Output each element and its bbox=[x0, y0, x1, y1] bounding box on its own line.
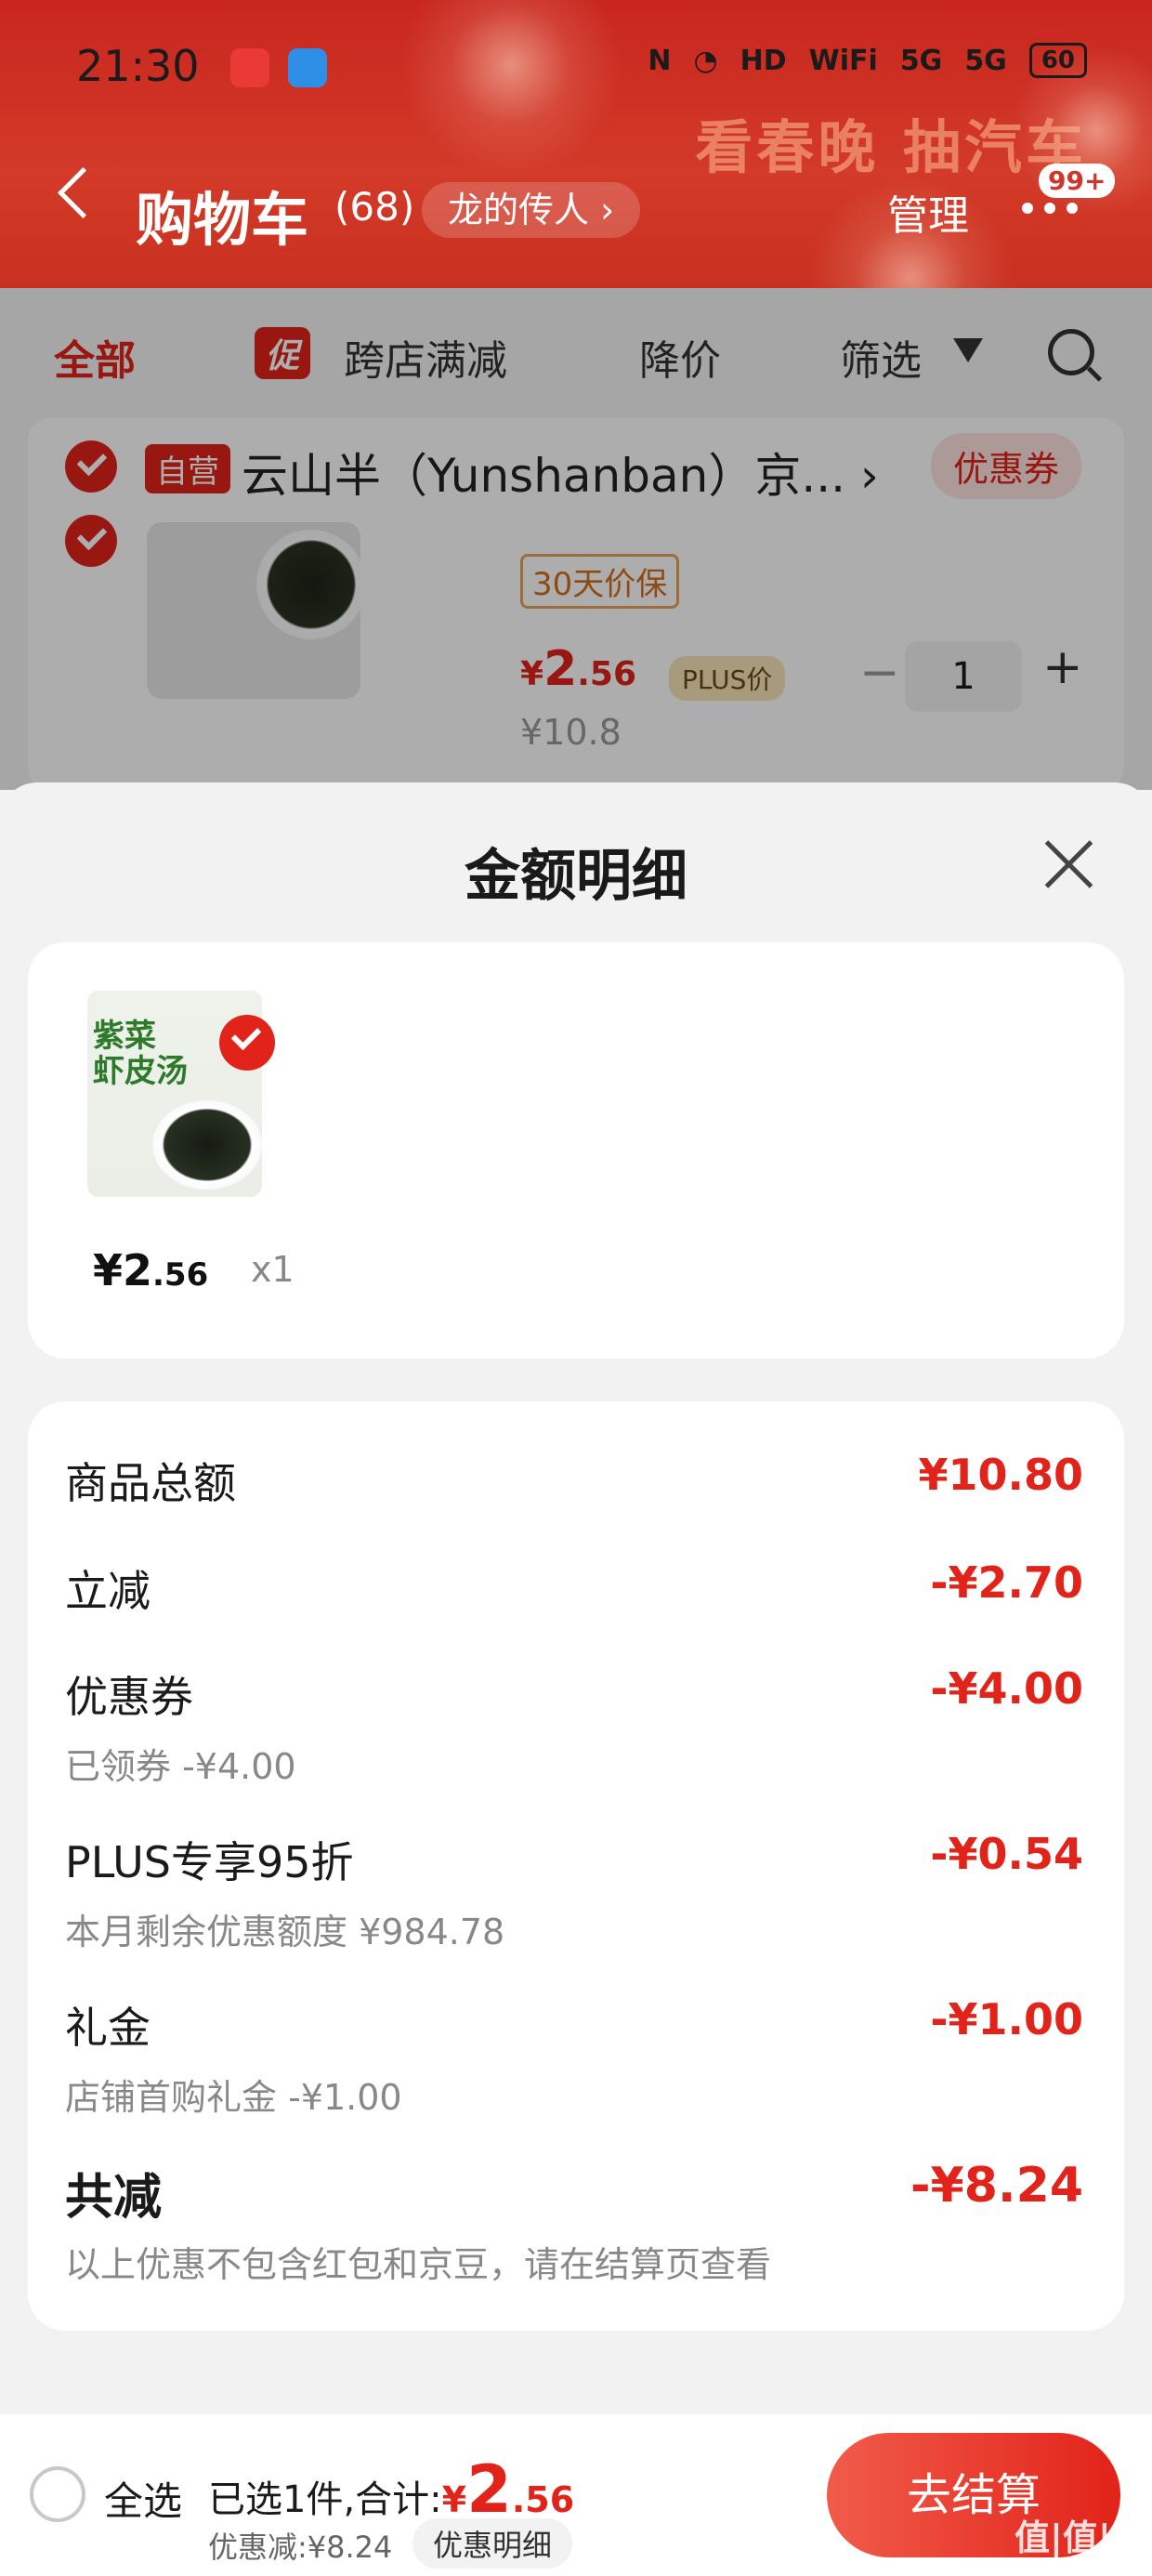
cart-count: (68) bbox=[334, 184, 415, 230]
discount-detail-button[interactable]: 优惠明细 bbox=[412, 2518, 573, 2569]
item-quantity: x1 bbox=[251, 1249, 295, 1290]
row-goods-total-value: ¥10.80 bbox=[918, 1450, 1083, 1500]
status-icons: N ◔ HD WiFi 5G 5G 60 bbox=[648, 43, 1087, 78]
netease-music-icon bbox=[230, 48, 269, 87]
sheet-title: 金额明细 bbox=[465, 844, 687, 909]
select-all-label[interactable]: 全选 bbox=[104, 2470, 182, 2527]
firework-decoration bbox=[390, 0, 632, 186]
row-instant-discount-label: 立减 bbox=[65, 1566, 151, 1616]
signal-5g-icon-2: 5G bbox=[964, 44, 1007, 77]
status-time: 21:30 bbox=[76, 41, 200, 91]
row-plus-sub: 本月剩余优惠额度 ¥984.78 bbox=[65, 1912, 505, 1952]
row-coupon-label: 优惠券 bbox=[65, 1672, 193, 1722]
row-gift-label: 礼金 bbox=[65, 2003, 151, 2053]
row-gift-value: -¥1.00 bbox=[930, 1994, 1083, 2044]
battery-icon: 60 bbox=[1028, 43, 1087, 78]
page-title: 购物车 bbox=[136, 186, 309, 254]
hd-icon: HD bbox=[740, 44, 787, 77]
alarm-icon: ◔ bbox=[693, 44, 718, 77]
promo-banner-text[interactable]: 看春晚 抽汽车 bbox=[695, 100, 1087, 184]
close-icon[interactable] bbox=[1044, 838, 1094, 888]
signal-5g-icon: 5G bbox=[899, 44, 943, 77]
discount-summary: 优惠减:¥8.24 bbox=[208, 2530, 393, 2565]
row-goods-total-label: 商品总额 bbox=[65, 1458, 236, 1508]
amount-detail-sheet: 金额明细 紫菜 虾皮汤 ¥2.56 x1 商品总额 ¥10.80 立减 -¥2.… bbox=[0, 782, 1152, 2576]
back-icon[interactable] bbox=[57, 166, 110, 219]
nfc-icon: N bbox=[648, 44, 672, 77]
total-discount-label: 共减 bbox=[65, 2170, 163, 2226]
manage-button[interactable]: 管理 bbox=[887, 182, 969, 242]
select-all-radio[interactable] bbox=[30, 2466, 85, 2522]
item-selected-check-icon bbox=[219, 1015, 275, 1071]
row-plus-label: PLUS专享95折 bbox=[65, 1837, 354, 1887]
total-discount-note: 以上优惠不包含红包和京豆，请在结算页查看 bbox=[65, 2244, 772, 2285]
price-breakdown-card: 商品总额 ¥10.80 立减 -¥2.70 优惠券 -¥4.00 已领券 -¥4… bbox=[28, 1401, 1124, 2331]
row-instant-discount-value: -¥2.70 bbox=[930, 1557, 1083, 1608]
wifi-icon: WiFi bbox=[808, 44, 878, 77]
more-icon[interactable] bbox=[1022, 203, 1078, 214]
location-pill[interactable]: 龙的传人 › bbox=[422, 182, 641, 238]
row-coupon-sub: 已领券 -¥4.00 bbox=[65, 1746, 296, 1787]
row-plus-value: -¥0.54 bbox=[930, 1829, 1083, 1879]
selected-item-card: 紫菜 虾皮汤 ¥2.56 x1 bbox=[28, 942, 1124, 1359]
message-badge: 99+ bbox=[1039, 164, 1116, 198]
row-gift-sub: 店铺首购礼金 -¥1.00 bbox=[65, 2077, 402, 2118]
order-summary: 已选1件,合计:¥2.56 bbox=[208, 2451, 575, 2528]
thumbnail-label: 紫菜 虾皮汤 bbox=[93, 1018, 188, 1090]
watermark-logo: 值|值|值 bbox=[1015, 2517, 1146, 2558]
checkout-bar: 全选 已选1件,合计:¥2.56 优惠减:¥8.24 优惠明细 去结算 bbox=[0, 2414, 1152, 2576]
app-header: 21:30 N ◔ HD WiFi 5G 5G 60 看春晚 抽汽车 购物车 (… bbox=[0, 0, 1152, 288]
item-price: ¥2.56 bbox=[93, 1245, 209, 1295]
row-coupon-value: -¥4.00 bbox=[930, 1663, 1083, 1714]
total-discount-value: -¥8.24 bbox=[910, 2158, 1083, 2214]
modal-overlay[interactable] bbox=[0, 288, 1152, 790]
browser-app-icon bbox=[288, 48, 327, 87]
